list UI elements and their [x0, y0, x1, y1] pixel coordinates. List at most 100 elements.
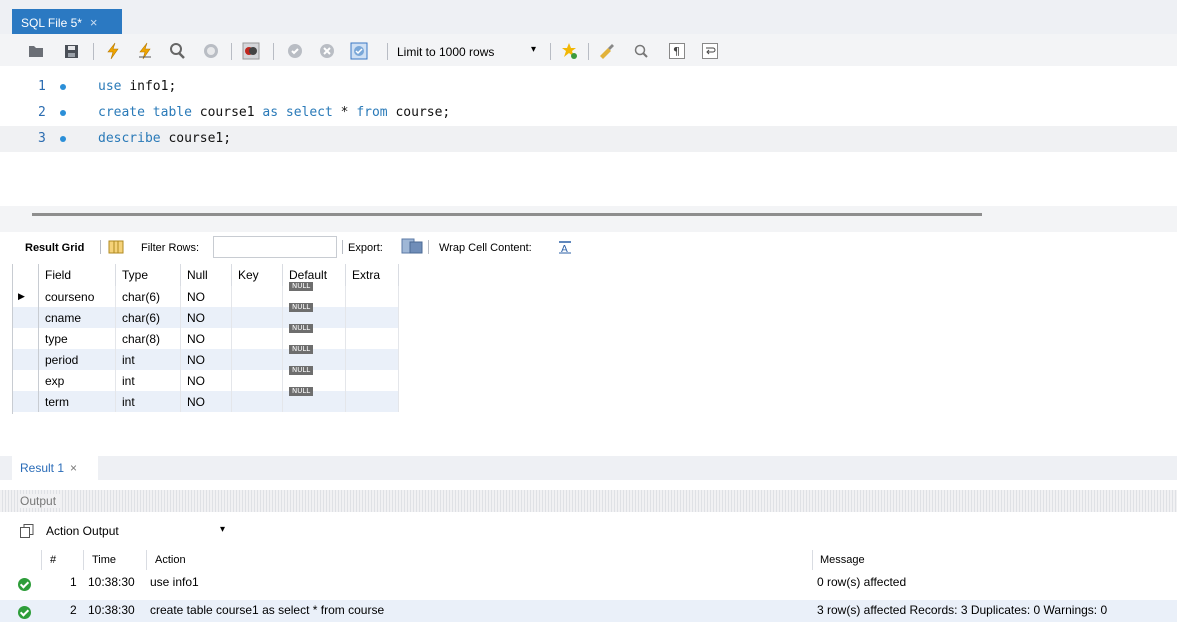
cell-type[interactable]: char(8) [115, 328, 181, 349]
table-row[interactable]: exp int NO NULL [12, 365, 399, 391]
stop-on-error-icon[interactable] [242, 42, 260, 60]
export-label: Export: [348, 242, 383, 254]
sql-editor[interactable]: 1 use info1; 2 create table course1 as s… [0, 66, 1177, 206]
column-header[interactable]: Null [180, 264, 232, 286]
find-magnifier-icon[interactable] [632, 42, 650, 60]
open-folder-icon[interactable] [27, 42, 45, 60]
editor-line-current[interactable]: 3 describe course1; [0, 126, 1177, 152]
col-header-action[interactable]: Action [155, 554, 186, 566]
row-selector[interactable] [12, 370, 39, 391]
success-check-icon [18, 578, 31, 591]
col-header-time[interactable]: Time [92, 554, 116, 566]
cell-extra[interactable] [345, 370, 399, 391]
result-grid-table[interactable]: Field Type Null Key Default Extra ▶ cour… [12, 264, 399, 412]
row-selector[interactable] [12, 391, 39, 412]
col-header-num[interactable]: # [50, 554, 56, 566]
wrap-cell-icon[interactable]: A [558, 240, 572, 257]
cell-field[interactable]: cname [38, 307, 116, 328]
column-header[interactable]: Extra [345, 264, 399, 286]
row-selector[interactable] [12, 349, 39, 370]
cell-null[interactable]: NO [180, 391, 232, 412]
cell-key[interactable] [231, 286, 283, 307]
output-row[interactable]: 1 10:38:30 use info1 0 row(s) affected [0, 572, 1177, 594]
cell-type[interactable]: char(6) [115, 286, 181, 307]
cell-extra[interactable] [345, 286, 399, 307]
output-panel-header: Output [0, 490, 1177, 512]
table-row[interactable]: type char(8) NO NULL [12, 323, 399, 349]
explain-magnifier-icon[interactable] [168, 42, 186, 60]
cell-null[interactable]: NO [180, 328, 232, 349]
cell-field[interactable]: period [38, 349, 116, 370]
output-row[interactable]: 2 10:38:30 create table course1 as selec… [0, 600, 1177, 622]
cell-null[interactable]: NO [180, 307, 232, 328]
cell-null[interactable]: NO [180, 349, 232, 370]
col-header-message[interactable]: Message [820, 554, 865, 566]
tab-sql-file[interactable]: SQL File 5* × [12, 9, 122, 34]
cell-key[interactable] [231, 328, 283, 349]
toolbar-separator [231, 43, 232, 60]
copy-icon[interactable] [20, 524, 34, 541]
cell-key[interactable] [231, 349, 283, 370]
chevron-down-icon[interactable]: ▾ [220, 524, 225, 535]
result-grid-label[interactable]: Result Grid [25, 242, 84, 254]
column-header[interactable]: Field [38, 264, 116, 286]
cell-key[interactable] [231, 307, 283, 328]
cell-type[interactable]: int [115, 370, 181, 391]
row-selector[interactable] [12, 307, 39, 328]
editor-line[interactable]: 1 use info1; [0, 74, 1177, 100]
tab-title: SQL File 5* [21, 16, 82, 30]
output-type-value: Action Output [46, 524, 119, 538]
column-divider [146, 550, 147, 570]
save-icon[interactable] [62, 42, 80, 60]
result-tab-close-icon[interactable]: × [70, 461, 77, 475]
cell-field[interactable]: type [38, 328, 116, 349]
tab-result-1[interactable]: Result 1 × [12, 456, 98, 480]
tab-close-icon[interactable]: × [90, 15, 98, 30]
chevron-down-icon[interactable]: ▾ [531, 44, 536, 55]
cell-default[interactable]: NULL [282, 386, 346, 412]
column-divider [812, 550, 813, 570]
column-header[interactable]: Key [231, 264, 283, 286]
cell-key[interactable] [231, 370, 283, 391]
cell-key[interactable] [231, 391, 283, 412]
execute-statement-icon[interactable] [136, 42, 154, 60]
wrap-lines-icon[interactable] [701, 42, 719, 60]
cell-extra[interactable] [345, 349, 399, 370]
cell-extra[interactable] [345, 391, 399, 412]
table-row[interactable]: period int NO NULL [12, 344, 399, 370]
cell-type[interactable]: int [115, 349, 181, 370]
limit-rows-select[interactable]: Limit to 1000 rows [397, 45, 494, 59]
cell-type[interactable]: int [115, 391, 181, 412]
output-type-select[interactable]: Action Output ▾ [46, 524, 232, 538]
line-number: 2 [38, 105, 46, 120]
cell-null[interactable]: NO [180, 286, 232, 307]
cell-extra[interactable] [345, 328, 399, 349]
cell-extra[interactable] [345, 307, 399, 328]
cell-field[interactable]: term [38, 391, 116, 412]
cell-type[interactable]: char(6) [115, 307, 181, 328]
column-header[interactable]: Type [115, 264, 181, 286]
rollback-icon[interactable] [318, 42, 336, 60]
grid-layout-icon[interactable] [108, 240, 124, 257]
execute-lightning-icon[interactable] [104, 42, 122, 60]
table-row[interactable]: cname char(6) NO NULL [12, 302, 399, 328]
editor-line[interactable]: 2 create table course1 as select * from … [0, 100, 1177, 126]
cell-field[interactable]: exp [38, 370, 116, 391]
horizontal-scrollbar[interactable] [32, 213, 982, 216]
export-icon[interactable] [401, 238, 423, 257]
result-tab-label: Result 1 [20, 461, 65, 475]
cell-field[interactable]: courseno [38, 286, 116, 307]
cell-null[interactable]: NO [180, 370, 232, 391]
stop-icon[interactable] [202, 42, 220, 60]
filter-rows-input[interactable] [213, 236, 337, 258]
invisible-chars-icon[interactable]: ¶ [668, 42, 686, 60]
table-row[interactable]: ▶ courseno char(6) NO NULL [12, 281, 399, 307]
row-selector[interactable] [12, 328, 39, 349]
autocommit-toggle-icon[interactable] [350, 42, 368, 60]
commit-icon[interactable] [286, 42, 304, 60]
table-row[interactable]: term int NO NULL [12, 386, 399, 412]
grid-header-row: Field Type Null Key Default Extra [12, 264, 399, 286]
line-number: 1 [38, 79, 46, 94]
add-snippet-star-icon[interactable] [561, 42, 579, 60]
beautify-brush-icon[interactable] [598, 42, 616, 60]
